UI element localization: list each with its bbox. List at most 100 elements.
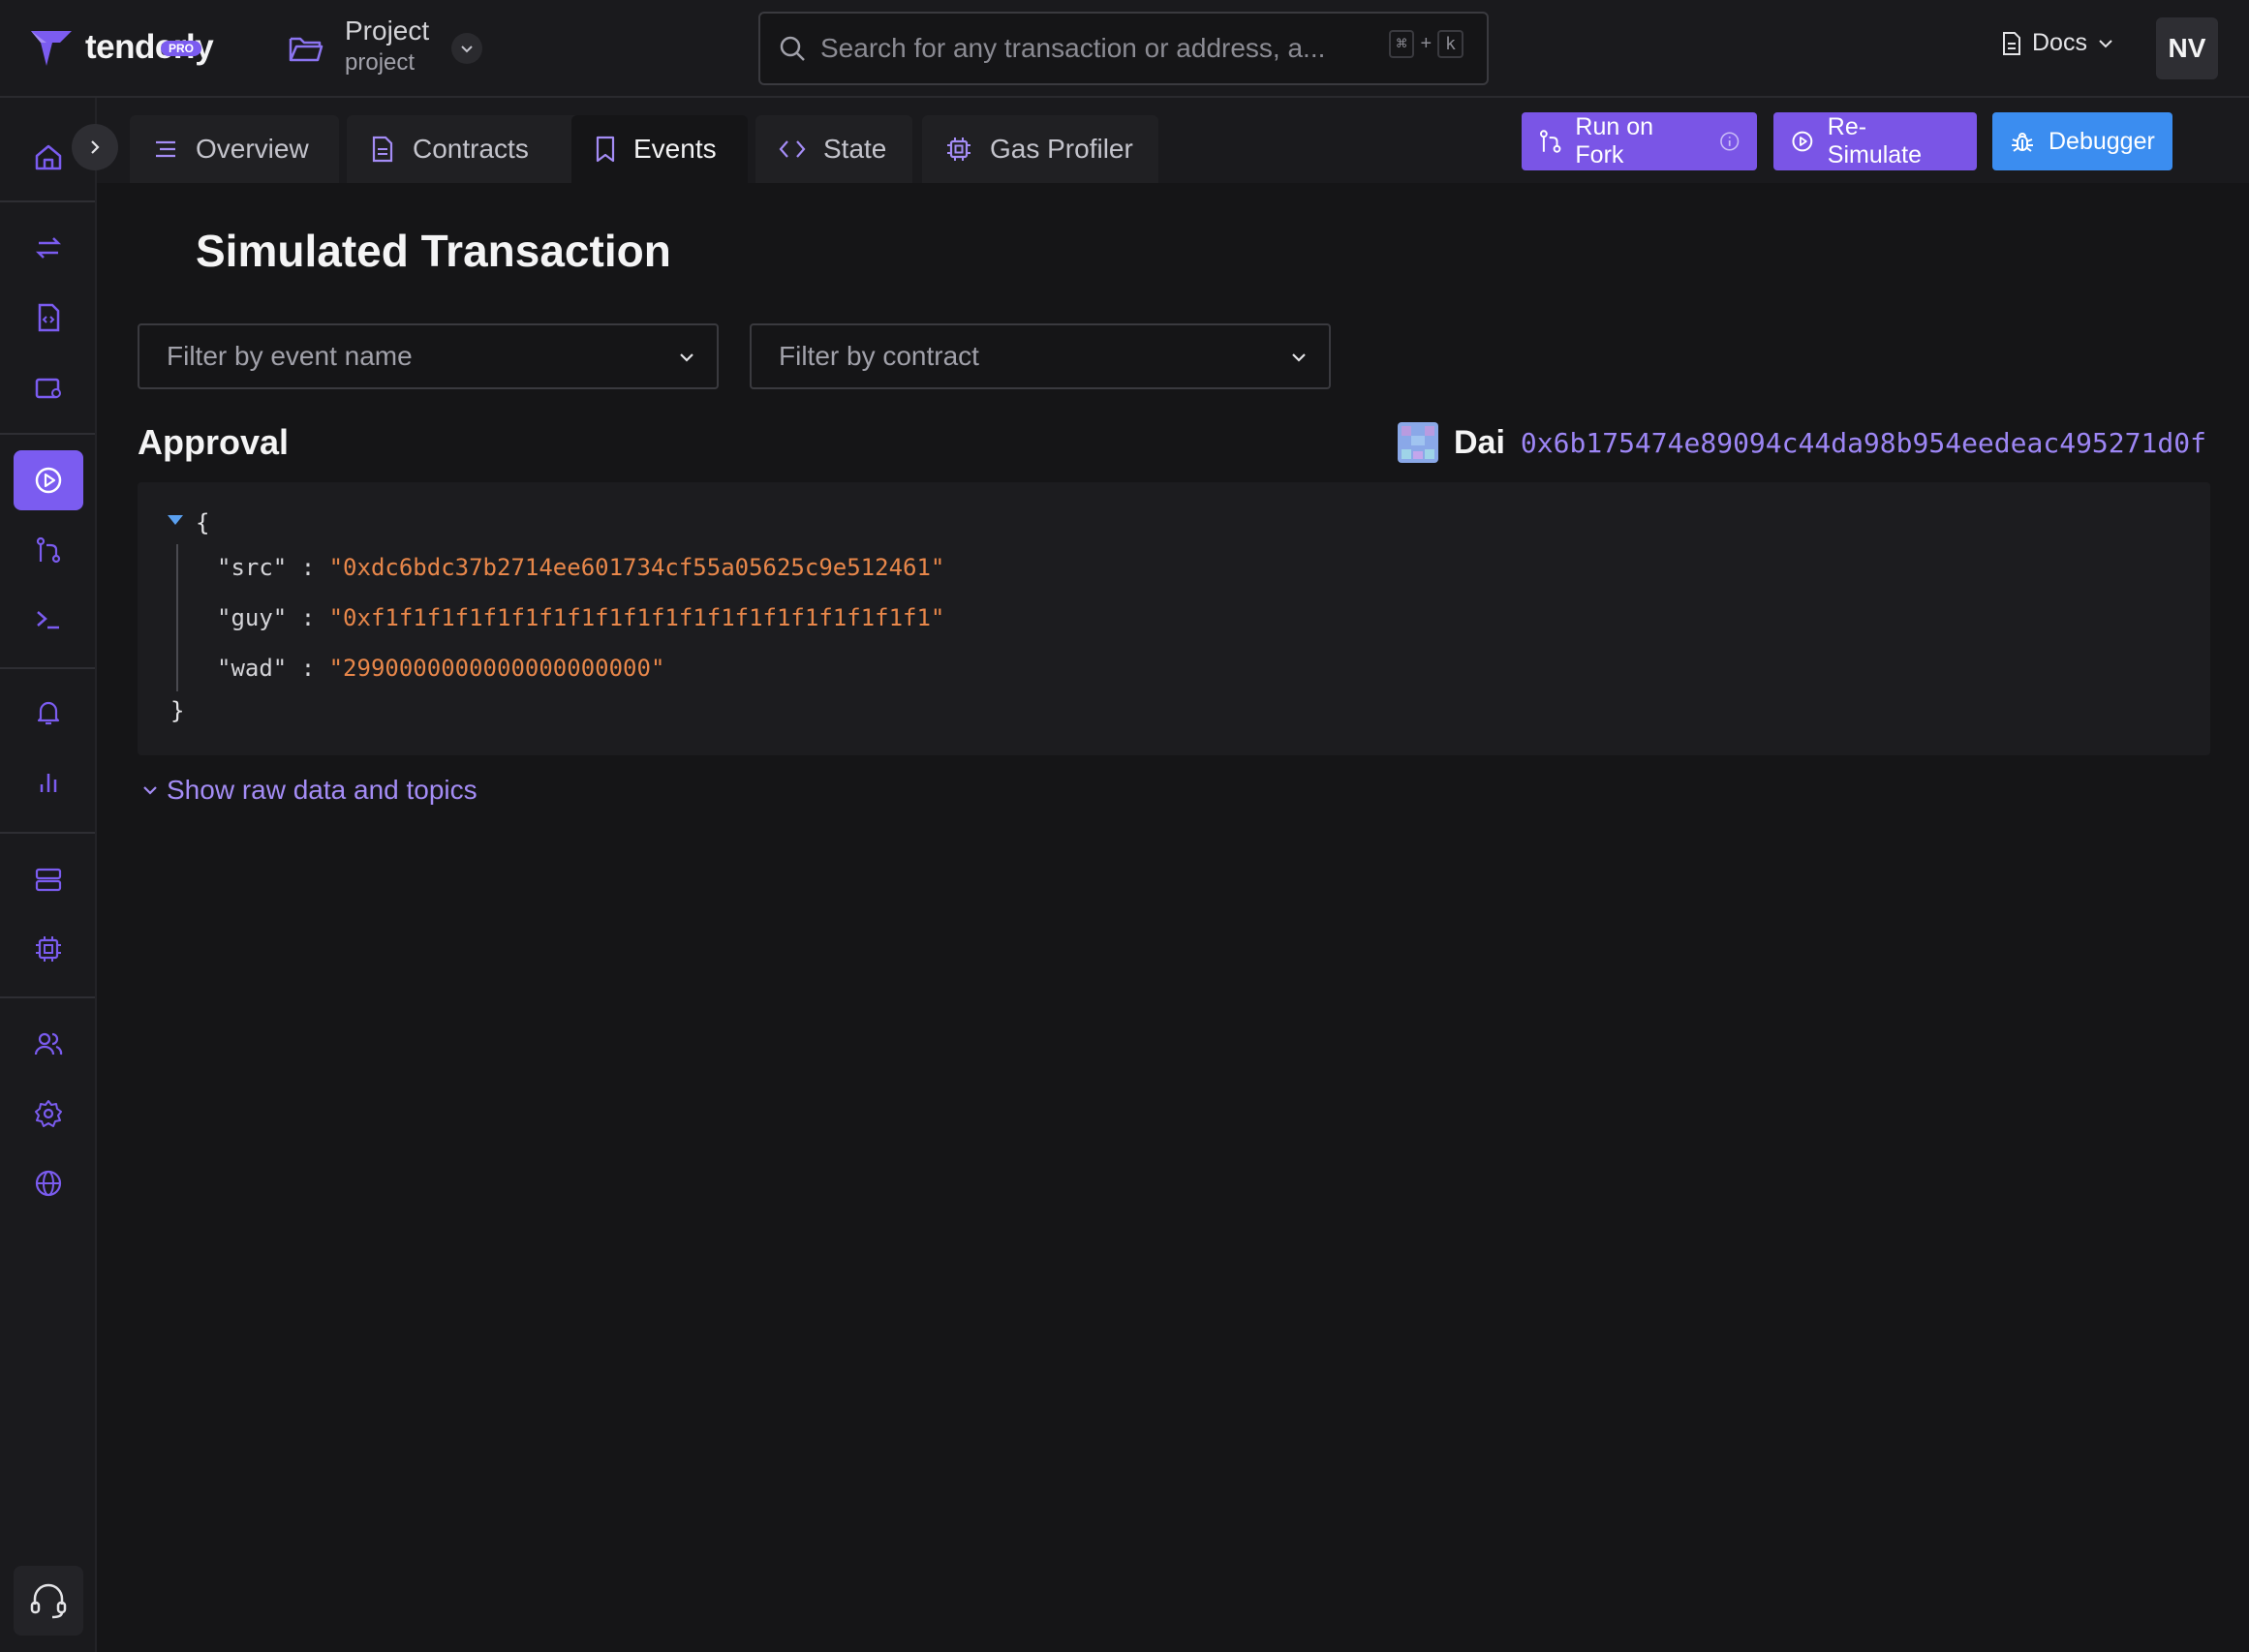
gear-icon xyxy=(35,1100,62,1127)
sidebar-divider xyxy=(0,200,95,202)
headset-icon xyxy=(30,1583,67,1619)
shortcut-key: k xyxy=(1437,30,1463,58)
run-on-fork-button[interactable]: Run on Fork xyxy=(1522,112,1757,170)
sidebar-item-settings[interactable] xyxy=(14,1084,83,1144)
show-raw-data-toggle[interactable]: Show raw data and topics xyxy=(141,775,478,806)
sidebar-item-team[interactable] xyxy=(14,1014,83,1074)
top-bar: tenderly PRO Project project Search for … xyxy=(0,0,2249,98)
tab-label: Overview xyxy=(196,134,309,164)
sidebar-divider xyxy=(0,433,95,435)
sidebar-item-nodes[interactable] xyxy=(14,849,83,909)
sidebar-item-web3-actions[interactable] xyxy=(14,919,83,979)
sidebar xyxy=(0,98,97,1652)
bug-icon xyxy=(2012,133,2033,152)
shortcut-plus: + xyxy=(1420,33,1433,54)
param-value: "0xdc6bdc37b2714ee601734cf55a05625c9e512… xyxy=(328,554,945,581)
json-param-row: "guy" : "0xf1f1f1f1f1f1f1f1f1f1f1f1f1f1f… xyxy=(217,604,944,631)
folder-icon xyxy=(289,37,323,62)
sidebar-item-terminal[interactable] xyxy=(14,590,83,650)
git-fork-icon xyxy=(36,536,61,564)
globe-icon xyxy=(35,1170,62,1197)
param-key: "wad" xyxy=(217,655,288,682)
project-slug: project xyxy=(345,49,416,76)
re-simulate-button[interactable]: Re-Simulate xyxy=(1773,112,1977,170)
project-name: Project xyxy=(345,15,430,46)
chevron-down-icon xyxy=(143,786,157,795)
sidebar-divider xyxy=(0,996,95,998)
play-circle-icon xyxy=(35,467,62,494)
tenderly-logo-icon xyxy=(31,31,72,66)
param-value: "2990000000000000000000" xyxy=(328,655,665,682)
sidebar-item-network[interactable] xyxy=(14,1153,83,1213)
bell-icon xyxy=(37,701,60,725)
chip-icon xyxy=(36,936,61,962)
code-file-icon xyxy=(38,303,60,332)
event-name-filter-placeholder: Filter by event name xyxy=(167,341,413,371)
param-value: "0xf1f1f1f1f1f1f1f1f1f1f1f1f1f1f1f1f1f1f… xyxy=(328,604,945,631)
bookmark-icon xyxy=(596,136,615,163)
param-key: "src" xyxy=(217,554,288,581)
page-title: Simulated Transaction xyxy=(196,226,671,276)
search-input[interactable]: Search for any transaction or address, a… xyxy=(758,12,1489,85)
tab-events[interactable]: Events xyxy=(571,115,748,183)
sidebar-item-forks[interactable] xyxy=(14,520,83,580)
contract-filter[interactable]: Filter by contract xyxy=(750,323,1331,389)
contract-name: Dai xyxy=(1454,423,1505,461)
shortcut-mod-key: ⌘ xyxy=(1388,30,1415,58)
param-separator: : xyxy=(287,655,329,682)
contract-address[interactable]: 0x6b175474e89094c44da98b954eedeac495271d… xyxy=(1521,427,2206,459)
docs-menu[interactable]: Docs xyxy=(2001,29,2114,57)
tab-gas-profiler[interactable]: Gas Profiler xyxy=(922,115,1158,183)
event-params-viewer: { "src" : "0xdc6bdc37b2714ee601734cf55a0… xyxy=(138,482,2210,755)
docs-label: Docs xyxy=(2032,29,2087,56)
collapse-caret-icon[interactable] xyxy=(167,513,184,527)
chevron-down-icon xyxy=(461,46,473,53)
user-avatar[interactable]: NV xyxy=(2156,17,2218,79)
json-param-row: "src" : "0xdc6bdc37b2714ee601734cf55a056… xyxy=(217,554,944,581)
chip-icon xyxy=(947,138,970,161)
debugger-label: Debugger xyxy=(2049,127,2155,155)
wallet-icon xyxy=(35,378,61,399)
event-contract[interactable]: Dai 0x6b175474e89094c44da98b954eedeac495… xyxy=(1398,422,2206,463)
server-icon xyxy=(35,868,62,892)
sidebar-item-wallets[interactable] xyxy=(14,357,83,417)
tab-label: Gas Profiler xyxy=(990,134,1133,164)
sidebar-item-alerts[interactable] xyxy=(14,683,83,743)
search-placeholder: Search for any transaction or address, a… xyxy=(820,33,1326,63)
home-icon xyxy=(35,144,62,170)
re-simulate-label: Re-Simulate xyxy=(1827,113,1923,168)
search-shortcut: ⌘ + k xyxy=(1388,30,1463,58)
sidebar-item-analytics[interactable] xyxy=(14,752,83,812)
bar-chart-icon xyxy=(40,774,57,792)
chevron-down-icon xyxy=(680,353,693,362)
tab-overview[interactable]: Overview xyxy=(130,115,339,183)
show-raw-data-label: Show raw data and topics xyxy=(167,775,478,805)
chevron-down-icon xyxy=(2099,39,2112,47)
sidebar-item-contracts[interactable] xyxy=(14,288,83,348)
json-open-brace: { xyxy=(196,509,210,536)
json-indent-guide xyxy=(176,544,178,691)
list-icon xyxy=(156,140,175,158)
param-separator: : xyxy=(287,554,329,581)
play-circle-icon xyxy=(1792,131,1813,152)
sidebar-divider xyxy=(0,832,95,834)
contract-filter-placeholder: Filter by contract xyxy=(779,341,979,371)
info-icon xyxy=(1719,132,1739,151)
contract-avatar-icon xyxy=(1398,422,1438,463)
project-dropdown-button[interactable] xyxy=(451,33,482,64)
project-selector[interactable]: Project project xyxy=(287,14,429,77)
support-button[interactable] xyxy=(14,1566,83,1636)
event-name: Approval xyxy=(138,422,290,462)
tab-label: Events xyxy=(633,134,717,164)
sidebar-item-transactions[interactable] xyxy=(14,218,83,278)
event-name-filter[interactable]: Filter by event name xyxy=(138,323,719,389)
tab-state[interactable]: State xyxy=(755,115,912,183)
pro-badge: PRO xyxy=(161,41,202,56)
git-fork-icon xyxy=(1539,130,1561,153)
code-icon xyxy=(779,140,806,158)
sidebar-item-simulator[interactable] xyxy=(14,450,83,510)
debugger-button[interactable]: Debugger xyxy=(1992,112,2172,170)
search-icon xyxy=(780,36,805,61)
sidebar-expand-button[interactable] xyxy=(72,124,118,170)
tab-label: State xyxy=(823,134,887,164)
